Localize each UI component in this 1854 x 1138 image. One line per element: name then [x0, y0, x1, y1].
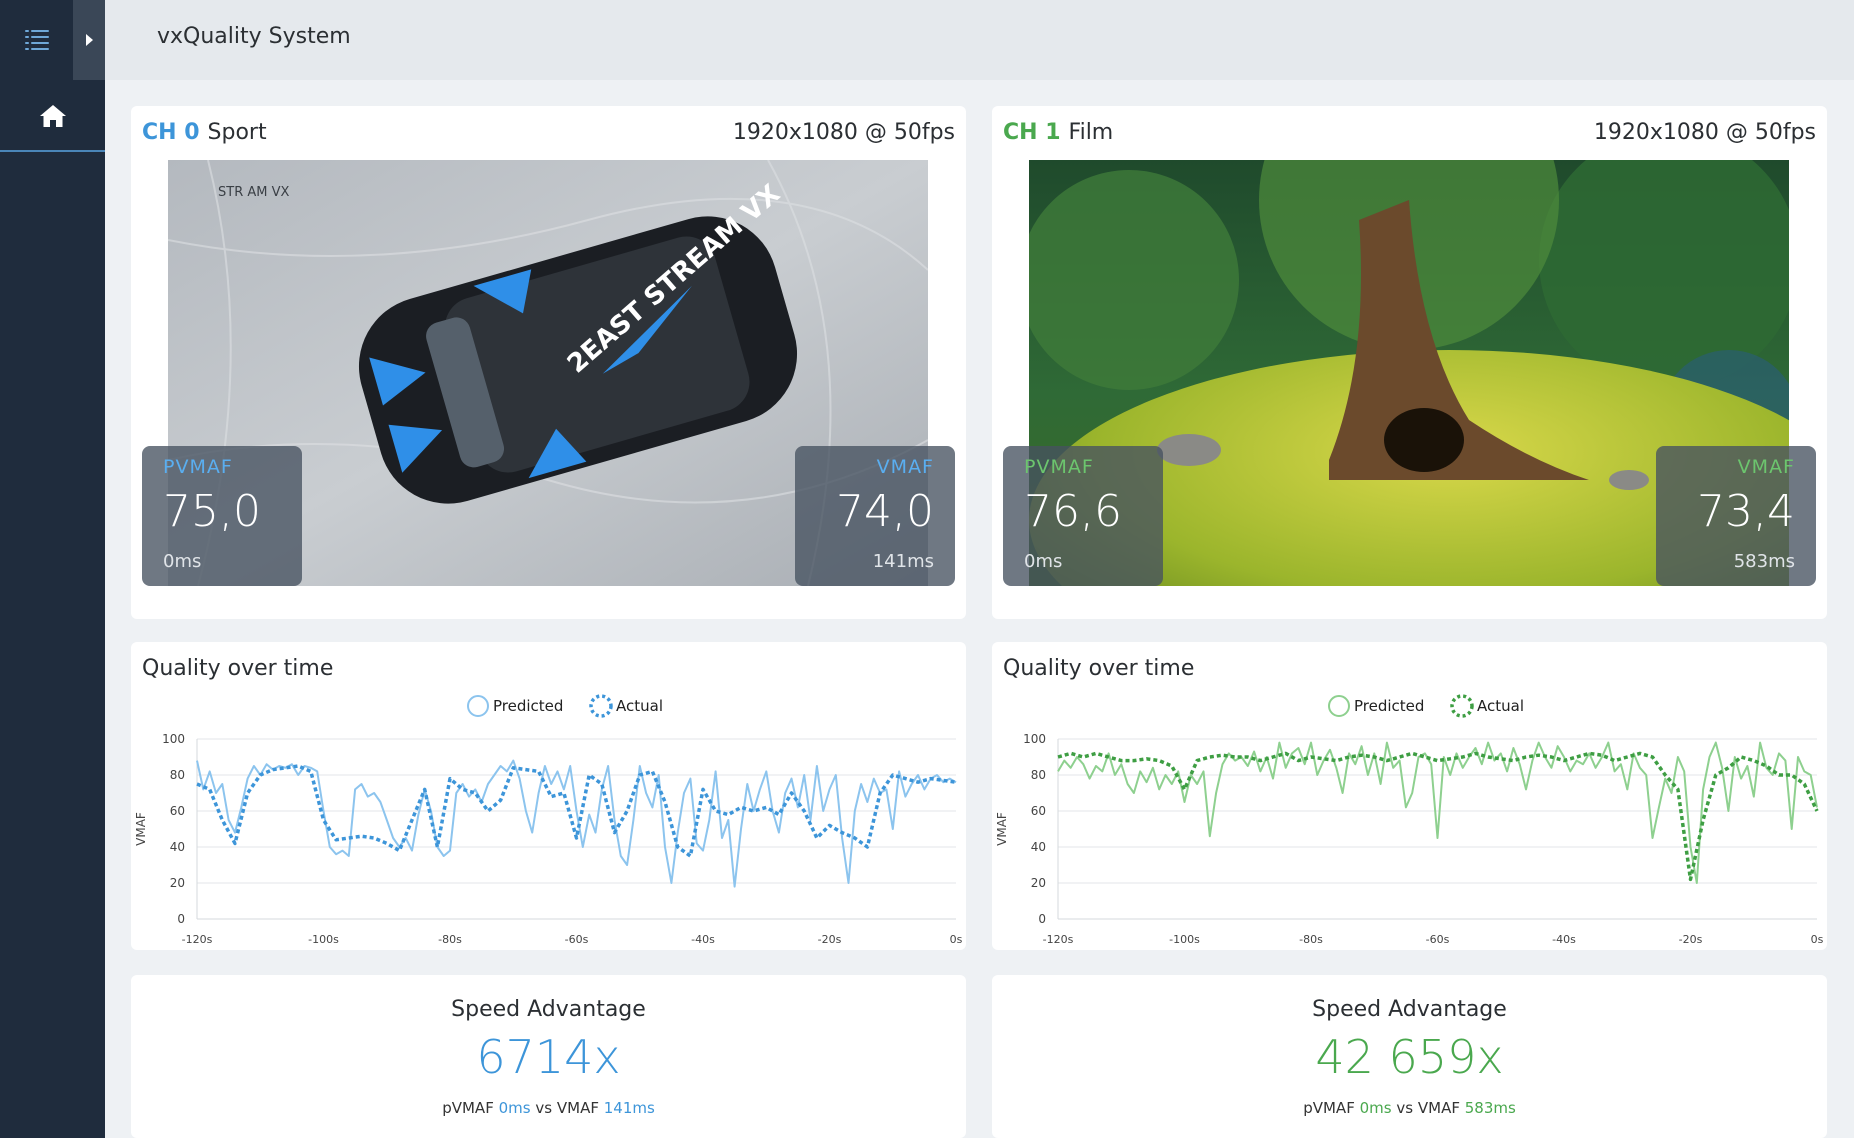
legend-marker [1328, 695, 1350, 717]
pvmaf-value: 75,0 [163, 486, 261, 537]
vmaf-latency-text: 583ms [1464, 1099, 1516, 1117]
speed-title: Speed Advantage [451, 997, 646, 1022]
menu-button[interactable] [0, 0, 73, 80]
vmaf-latency: 583ms [1733, 551, 1795, 572]
legend-label: Predicted [493, 697, 563, 715]
pvmaf-panel: PVMAF 75,0 0ms [142, 446, 302, 586]
x-tick-label: -120s [1043, 933, 1074, 946]
x-tick-label: 0s [950, 933, 963, 946]
y-tick-label: 40 [170, 840, 185, 854]
channel-resolution: 1920x1080 @ 50fps [1593, 120, 1816, 145]
x-tick-label: -100s [1169, 933, 1200, 946]
legend-label: Actual [616, 697, 663, 715]
pvmaf-latency-text: 0ms [498, 1099, 531, 1117]
speed-value: 42 659x [1315, 1030, 1504, 1084]
y-tick-label: 80 [170, 768, 185, 782]
x-tick-label: -40s [691, 933, 715, 946]
channel-name: Film [1068, 120, 1114, 145]
speed-card-0: Speed Advantage 6714x pVMAF 0ms vs VMAF … [131, 975, 966, 1138]
home-icon [39, 105, 66, 127]
series-line-predicted [196, 759, 957, 888]
legend-label: Actual [1477, 697, 1524, 715]
pvmaf-label: PVMAF [163, 456, 233, 478]
vmaf-text: VMAF [556, 1099, 599, 1117]
vmaf-panel: VMAF 74,0 141ms [795, 446, 955, 586]
channel-id: CH 1 [1003, 120, 1061, 145]
y-tick-label: 80 [1031, 768, 1046, 782]
series-line-predicted [1057, 741, 1818, 884]
series-line-actual [1057, 751, 1819, 882]
x-tick-label: -20s [1679, 933, 1703, 946]
quality-card-0: Quality over time 0 20 40 60 80 100 -120s -100s… [131, 642, 966, 950]
legend-marker [589, 694, 613, 718]
x-tick-label: 0s [1811, 933, 1824, 946]
pvmaf-latency: 0ms [163, 551, 202, 572]
vmaf-latency-text: 141ms [603, 1099, 655, 1117]
y-tick-label: 60 [1031, 804, 1046, 818]
vmaf-value: 74,0 [836, 486, 934, 537]
x-tick-label: -60s [1426, 933, 1450, 946]
channel-resolution: 1920x1080 @ 50fps [732, 120, 955, 145]
legend-marker [467, 695, 489, 717]
vs-text: vs [1396, 1099, 1414, 1117]
video-watermark: STR AM VX [218, 185, 289, 200]
sidebar-expand-button[interactable] [73, 0, 105, 80]
quality-card-1: Quality over time 0 20 40 60 80 100 -120s -100s… [992, 642, 1827, 950]
channel-header: CH 0 Sport 1920x1080 @ 50fps [142, 120, 955, 156]
menu-icon [24, 30, 49, 50]
channel-card-0: CH 0 Sport 1920x1080 @ 50fps 2EAST STREA… [131, 106, 966, 619]
channel-id: CH 0 [142, 120, 200, 145]
speed-value: 6714x [476, 1030, 621, 1084]
speed-card-1: Speed Advantage 42 659x pVMAF 0ms vs VMA… [992, 975, 1827, 1138]
top-bar: vxQuality System [105, 0, 1854, 80]
pvmaf-latency-text: 0ms [1359, 1099, 1392, 1117]
app-title: vxQuality System [157, 24, 351, 49]
quality-chart: 0 20 40 60 80 100 -120s -100s -80s -60s -40s -20s 0s… [134, 694, 963, 946]
vmaf-text: VMAF [1417, 1099, 1460, 1117]
y-axis-label: VMAF [995, 812, 1009, 846]
speed-title: Speed Advantage [1312, 997, 1507, 1022]
x-tick-label: -40s [1552, 933, 1576, 946]
channel-name: Sport [207, 120, 267, 145]
y-tick-label: 100 [162, 732, 185, 746]
vmaf-panel: VMAF 73,4 583ms [1656, 446, 1816, 586]
legend-marker [1450, 694, 1474, 718]
speed-comparison: pVMAF 0ms vs VMAF 583ms [992, 1099, 1827, 1117]
x-tick-label: -60s [565, 933, 589, 946]
legend-label: Predicted [1354, 697, 1424, 715]
pvmaf-latency: 0ms [1024, 551, 1063, 572]
pvmaf-text: pVMAF [442, 1099, 494, 1117]
y-tick-label: 60 [170, 804, 185, 818]
y-tick-label: 20 [170, 876, 185, 890]
pvmaf-value: 76,6 [1024, 486, 1122, 537]
pvmaf-text: pVMAF [1303, 1099, 1355, 1117]
y-tick-label: 100 [1023, 732, 1046, 746]
sidebar-item-home[interactable] [0, 82, 105, 152]
quality-title: Quality over time [142, 656, 334, 681]
vmaf-latency: 141ms [872, 551, 934, 572]
y-tick-label: 0 [177, 912, 185, 926]
x-tick-label: -100s [308, 933, 339, 946]
vmaf-label: VMAF [1737, 456, 1795, 478]
speed-comparison: pVMAF 0ms vs VMAF 141ms [131, 1099, 966, 1117]
chevron-right-icon [86, 34, 93, 46]
y-axis-label: VMAF [134, 812, 148, 846]
quality-title: Quality over time [1003, 656, 1195, 681]
y-tick-label: 40 [1031, 840, 1046, 854]
channel-header: CH 1 Film 1920x1080 @ 50fps [1003, 120, 1816, 156]
pvmaf-panel: PVMAF 76,6 0ms [1003, 446, 1163, 586]
x-tick-label: -80s [1299, 933, 1323, 946]
x-tick-label: -20s [818, 933, 842, 946]
y-tick-label: 0 [1038, 912, 1046, 926]
sidebar [0, 0, 105, 1138]
quality-chart: 0 20 40 60 80 100 -120s -100s -80s -60s -40s -20s 0s… [995, 694, 1824, 946]
vmaf-label: VMAF [876, 456, 934, 478]
vmaf-value: 73,4 [1697, 486, 1795, 537]
channel-card-1: CH 1 Film 1920x1080 @ 50fps PVMAF 76,6 0… [992, 106, 1827, 619]
vs-text: vs [535, 1099, 553, 1117]
y-tick-label: 20 [1031, 876, 1046, 890]
x-tick-label: -80s [438, 933, 462, 946]
x-tick-label: -120s [182, 933, 213, 946]
pvmaf-label: PVMAF [1024, 456, 1094, 478]
